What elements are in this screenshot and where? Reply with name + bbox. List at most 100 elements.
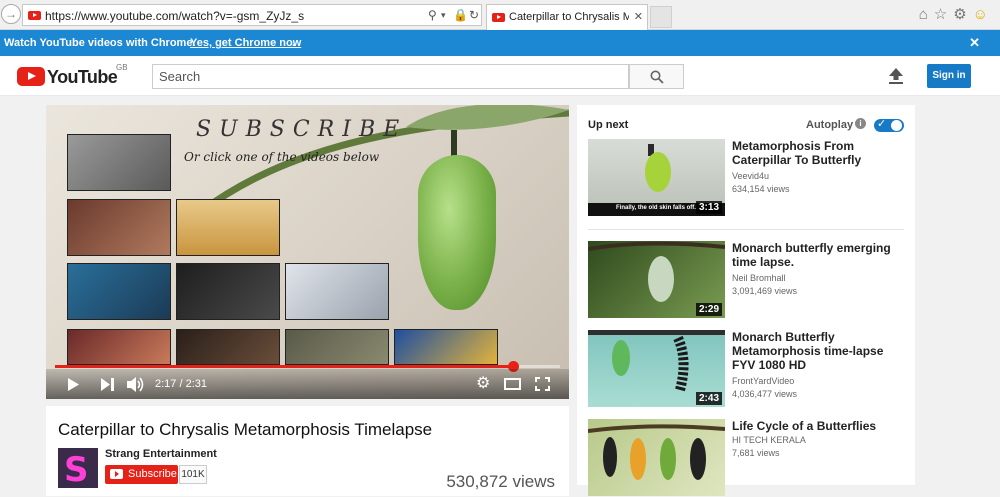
recommended-views: 7,681 views: [732, 448, 780, 458]
recommended-views: 634,154 views: [732, 184, 790, 194]
video-thumbnail[interactable]: [588, 419, 725, 496]
video-duration: 2:29: [695, 303, 722, 316]
video-title: Caterpillar to Chrysalis Metamorphosis T…: [58, 420, 433, 439]
recommended-channel: Veevid4u: [732, 171, 770, 181]
endscreen-thumbnail[interactable]: [394, 329, 498, 365]
toggle-knob: [891, 120, 902, 131]
address-bar[interactable]: https://www.youtube.com/watch?v=-gsm_ZyJ…: [22, 4, 482, 26]
up-next-sidebar: Up next Autoplay i ✓ Finally, the old sk…: [577, 105, 915, 496]
endscreen-thumbnail[interactable]: [67, 134, 171, 191]
endscreen-thumbnail[interactable]: [67, 329, 171, 365]
subscribe-label: Subscribe: [128, 468, 177, 480]
search-icon[interactable]: ⚲: [428, 8, 437, 22]
video-thumbnail[interactable]: Finally, the old skin falls off. 3:13: [588, 139, 725, 216]
lock-icon[interactable]: 🔒: [453, 8, 468, 22]
recommended-title[interactable]: Life Cycle of a Butterflies: [732, 419, 907, 433]
promo-message: Watch YouTube videos with Chrome.: [4, 37, 196, 49]
video-player[interactable]: SUBSCRIBE Or click one of the videos bel…: [46, 105, 569, 399]
recommended-channel: FrontYardVideo: [732, 376, 795, 386]
promo-close-icon[interactable]: ✕: [969, 35, 980, 51]
endscreen-thumbnail[interactable]: [176, 263, 280, 320]
subscribe-button[interactable]: Subscribe: [105, 465, 178, 484]
play-icon[interactable]: [67, 378, 79, 391]
sign-in-button[interactable]: Sign in: [927, 64, 971, 88]
progress-bar[interactable]: [55, 361, 560, 372]
endscreen-thumbnail[interactable]: [285, 329, 389, 365]
next-icon[interactable]: [101, 378, 114, 391]
player-controls: 2:17 / 2:31 ⚙: [46, 369, 569, 399]
upload-icon: [889, 68, 903, 84]
chrome-promo-bar: Watch YouTube videos with Chrome. Yes, g…: [0, 30, 1000, 56]
view-count: 530,872 views: [446, 472, 555, 491]
endscreen-thumbnail[interactable]: [67, 199, 171, 256]
youtube-favicon-icon: [28, 11, 41, 20]
browser-tab[interactable]: Caterpillar to Chrysalis Met... ✕: [486, 4, 648, 30]
volume-icon[interactable]: [127, 376, 145, 393]
search-input[interactable]: [153, 65, 628, 88]
search-button[interactable]: [629, 64, 684, 89]
settings-gear-icon[interactable]: ⚙: [476, 373, 490, 393]
video-duration: 3:13: [695, 201, 722, 214]
region-code: GB: [116, 63, 128, 72]
endscreen-thumbnail[interactable]: [176, 199, 280, 256]
progress-played: [55, 365, 514, 368]
total-duration: 2:31: [185, 378, 208, 390]
autoplay-label: Autoplay: [806, 119, 854, 131]
recommended-video[interactable]: 2:29 Monarch butterfly emerging time lap…: [588, 241, 906, 319]
thumbnail-caption: Finally, the old skin falls off.: [616, 205, 696, 211]
search-box[interactable]: [152, 64, 629, 89]
recommended-channel: HI TECH KERALA: [732, 435, 806, 445]
check-icon: ✓: [877, 118, 887, 130]
logo-wordmark: YouTube: [47, 67, 118, 87]
url-text: https://www.youtube.com/watch?v=-gsm_ZyJ…: [45, 9, 305, 23]
recommended-title[interactable]: Monarch Butterfly Metamorphosis time-lap…: [732, 330, 907, 372]
recommended-video[interactable]: 2:43 Monarch Butterfly Metamorphosis tim…: [588, 330, 906, 408]
youtube-play-logo-icon: [17, 67, 45, 86]
chrysalis-graphic: [418, 155, 496, 310]
video-thumbnail[interactable]: 2:29: [588, 241, 725, 318]
endscreen-thumbnail[interactable]: [67, 263, 171, 320]
get-chrome-link[interactable]: Yes, get Chrome now: [190, 37, 301, 49]
magnifier-icon: [650, 70, 664, 84]
section-divider: [588, 229, 904, 230]
promo-period: .: [292, 37, 296, 49]
recommended-video[interactable]: Finally, the old skin falls off. 3:13 Me…: [588, 139, 906, 217]
refresh-icon[interactable]: ↻: [469, 8, 479, 22]
recommended-title[interactable]: Monarch butterfly emerging time lapse.: [732, 241, 907, 269]
subscriber-count: 101K: [179, 465, 207, 484]
upload-button[interactable]: [888, 67, 904, 90]
video-duration: 2:43: [695, 392, 722, 405]
channel-name[interactable]: Strang Entertainment: [105, 448, 217, 460]
tab-close-icon[interactable]: ✕: [634, 10, 643, 23]
up-next-heading: Up next: [588, 119, 629, 131]
recommended-video[interactable]: Life Cycle of a Butterflies HI TECH KERA…: [588, 419, 906, 497]
endscreen-thumbnail[interactable]: [176, 329, 280, 365]
thumbnail-art: [588, 424, 725, 480]
autoplay-toggle[interactable]: ✓: [874, 118, 904, 132]
fullscreen-icon[interactable]: [535, 377, 550, 391]
home-icon[interactable]: ⌂: [919, 6, 934, 23]
time-display: 2:17 / 2:31: [155, 378, 208, 390]
settings-gear-icon[interactable]: ⚙: [953, 6, 972, 23]
current-time: 2:17: [155, 378, 177, 390]
browser-icons: ⌂☆⚙☺: [919, 5, 994, 23]
overlay-subtitle-text: Or click one of the videos below: [184, 150, 380, 164]
channel-avatar[interactable]: S: [58, 448, 98, 488]
youtube-favicon-icon: [492, 13, 505, 22]
new-tab-button[interactable]: [650, 6, 672, 28]
youtube-masthead: YouTube GB Sign in: [0, 56, 1000, 96]
favorites-star-icon[interactable]: ☆: [934, 6, 953, 23]
youtube-subscribe-icon: [110, 469, 123, 479]
info-icon[interactable]: i: [855, 118, 866, 129]
video-thumbnail[interactable]: 2:43: [588, 330, 725, 407]
feedback-smiley-icon[interactable]: ☺: [973, 6, 994, 23]
endscreen-thumbnail[interactable]: [285, 263, 389, 320]
theater-mode-icon[interactable]: [504, 378, 521, 390]
dropdown-icon[interactable]: ▾: [441, 10, 446, 21]
overlay-subscribe-text: SUBSCRIBE: [196, 117, 408, 142]
tab-title: Caterpillar to Chrysalis Met...: [509, 11, 629, 23]
recommended-views: 3,091,469 views: [732, 286, 798, 296]
recommended-channel: Neil Bromhall: [732, 273, 786, 283]
recommended-title[interactable]: Metamorphosis From Caterpillar To Butter…: [732, 139, 907, 167]
back-icon[interactable]: →: [1, 4, 21, 24]
